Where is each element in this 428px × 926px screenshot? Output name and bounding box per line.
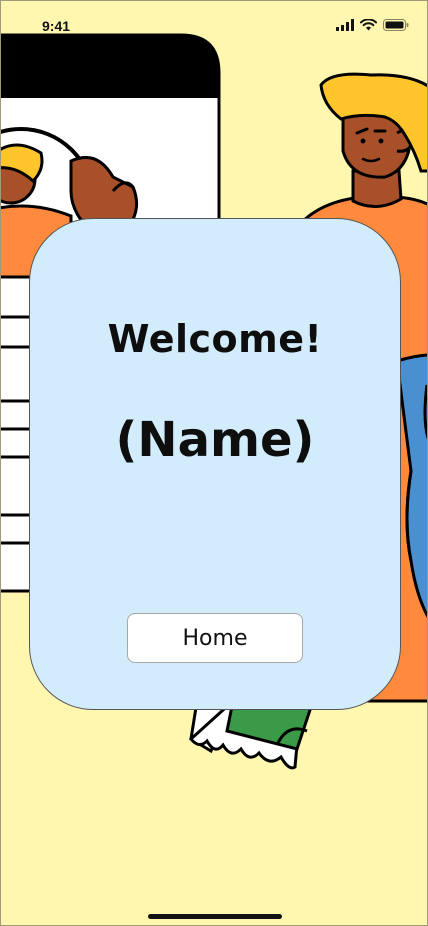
cellular-signal-icon	[336, 19, 354, 31]
welcome-title: Welcome!	[107, 317, 323, 361]
welcome-card: Welcome! (Name) Home	[29, 218, 401, 710]
home-button[interactable]: Home	[127, 613, 303, 663]
status-icons	[336, 19, 409, 31]
status-bar: 9:41	[1, 1, 427, 45]
home-indicator[interactable]	[148, 914, 282, 919]
battery-icon	[383, 19, 409, 31]
status-time: 9:41	[42, 18, 71, 34]
user-name-placeholder: (Name)	[115, 412, 315, 468]
wifi-icon	[360, 19, 377, 31]
welcome-screen: 9:41 Welcome! (Name) Home	[0, 0, 428, 926]
money-illustration	[188, 699, 316, 770]
